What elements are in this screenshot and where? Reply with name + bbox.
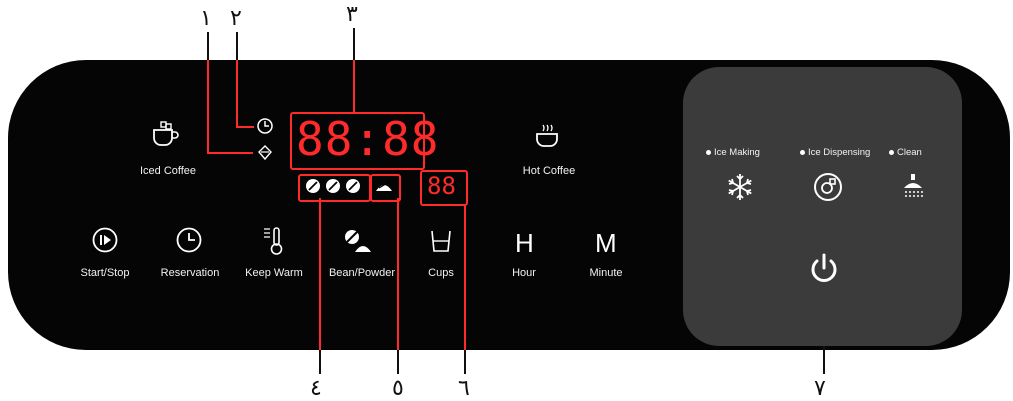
hot-coffee-label: Hot Coffee — [522, 165, 576, 177]
bean-level-2-icon — [325, 178, 341, 199]
power-icon[interactable] — [808, 252, 840, 291]
bean-powder-icon[interactable] — [343, 228, 373, 261]
leader-1 — [207, 60, 209, 154]
snowflake-icon[interactable] — [725, 172, 755, 207]
ice-dispensing-label: Ice Dispensing — [800, 147, 870, 158]
leader-5-ext — [397, 350, 399, 374]
ice-making-status-dot — [706, 149, 711, 155]
start-stop-label[interactable]: Start/Stop — [70, 267, 140, 279]
callout-5: ٥ — [392, 376, 404, 401]
ice-dispensing-status-dot — [800, 149, 805, 155]
minute-icon[interactable]: M — [595, 228, 617, 259]
bean-level-3-icon — [345, 178, 361, 199]
callout-2: ٢ — [230, 6, 242, 31]
powder-indicator-icon — [375, 179, 393, 198]
callout-6: ٦ — [458, 376, 470, 401]
keep-warm-icon[interactable] — [262, 226, 286, 261]
ice-dispensing-icon[interactable] — [812, 171, 844, 208]
leader-4 — [319, 198, 321, 350]
callout-7: ٧ — [814, 376, 826, 401]
iced-coffee-icon[interactable] — [150, 120, 180, 153]
reservation-label[interactable]: Reservation — [155, 267, 225, 279]
leader-7-ext — [823, 346, 825, 374]
leader-3-ext — [353, 28, 355, 60]
leader-1-ext — [207, 32, 209, 60]
time-display-digits: 88:88 — [296, 112, 440, 166]
leader-2-ext — [236, 32, 238, 60]
clean-status-dot — [889, 149, 894, 155]
iced-cup-indicator-icon — [256, 144, 274, 167]
hot-coffee-icon[interactable] — [533, 122, 563, 157]
iced-coffee-label: Iced Coffee — [139, 165, 197, 177]
leader-6 — [464, 204, 466, 350]
clock-indicator-icon — [256, 117, 274, 140]
cups-display-digits: 88 — [427, 172, 456, 200]
hour-label[interactable]: Hour — [504, 267, 544, 279]
bean-level-1-icon — [305, 178, 321, 199]
cups-icon[interactable] — [430, 229, 452, 258]
hour-icon[interactable]: H — [515, 228, 534, 259]
bean-powder-label[interactable]: Bean/Powder — [323, 267, 401, 279]
leader-4-ext — [319, 350, 321, 374]
keep-warm-label[interactable]: Keep Warm — [237, 267, 311, 279]
leader-3 — [353, 60, 355, 112]
callout-3: ٣ — [346, 2, 358, 27]
leader-2-h — [236, 126, 254, 128]
leader-1-h — [207, 152, 253, 154]
callout-1: ١ — [200, 6, 212, 31]
cups-label[interactable]: Cups — [418, 267, 464, 279]
leader-2 — [236, 60, 238, 128]
leader-6-ext — [464, 350, 466, 374]
minute-label[interactable]: Minute — [584, 267, 628, 279]
clean-shower-icon[interactable] — [901, 172, 925, 207]
start-stop-icon[interactable] — [92, 227, 118, 258]
ice-making-label: Ice Making — [706, 147, 760, 158]
reservation-icon[interactable] — [176, 227, 202, 258]
callout-4: ٤ — [310, 376, 322, 401]
clean-label: Clean — [889, 147, 922, 158]
